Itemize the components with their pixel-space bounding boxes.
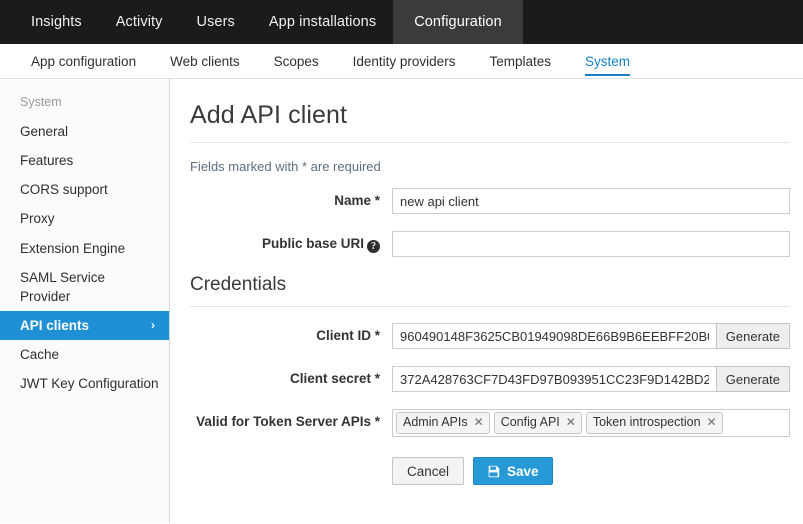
chip-label: Token introspection: [592, 415, 701, 429]
client-id-input[interactable]: [392, 323, 716, 349]
content-area: System General Features CORS support Pro…: [0, 79, 803, 523]
public-base-uri-label-text: Public base URI: [261, 236, 364, 251]
topnav-label: Insights: [31, 14, 82, 30]
form-row-public-base-uri: Public base URI?: [190, 231, 790, 257]
subnav-item-templates[interactable]: Templates: [472, 44, 568, 78]
sidebar-item-jwt-key-configuration[interactable]: JWT Key Configuration: [0, 369, 169, 398]
help-icon[interactable]: ?: [367, 240, 380, 253]
client-id-input-group: Generate: [392, 323, 790, 349]
subnav-label: System: [584, 53, 630, 69]
subnav-item-app-configuration[interactable]: App configuration: [14, 44, 153, 78]
client-secret-generate-button[interactable]: Generate: [715, 366, 790, 392]
title-divider: [190, 142, 790, 143]
subnav-item-identity-providers[interactable]: Identity providers: [336, 44, 473, 78]
name-label: Name *: [334, 193, 380, 208]
save-button-label: Save: [507, 463, 539, 479]
chip-admin-apis[interactable]: Admin APIs ✕: [396, 412, 490, 434]
token-server-apis-label: Valid for Token Server APIs *: [196, 414, 380, 429]
chip-token-introspection[interactable]: Token introspection ✕: [585, 412, 723, 434]
sidebar-item-label: General: [20, 124, 69, 139]
topnav-item-app-installations[interactable]: App installations: [252, 0, 393, 44]
sidebar-item-label: Cache: [20, 347, 60, 363]
topnav-item-users[interactable]: Users: [180, 0, 252, 44]
token-server-apis-control: Admin APIs ✕ Config API ✕ Token introspe…: [392, 409, 790, 437]
public-base-uri-label: Public base URI?: [190, 231, 392, 257]
topnav-label: Configuration: [414, 14, 502, 30]
subnav-label: Templates: [489, 53, 551, 69]
page-title: Add API client: [190, 101, 348, 129]
sidebar-item-saml-service-provider[interactable]: SAML Service Provider: [0, 263, 169, 311]
secondary-navigation: App configuration Web clients Scopes Ide…: [0, 44, 803, 79]
cancel-button[interactable]: Cancel: [392, 457, 465, 485]
save-button[interactable]: Save: [473, 457, 553, 485]
chip-remove-icon[interactable]: ✕: [566, 414, 576, 431]
client-id-generate-button[interactable]: Generate: [715, 323, 790, 349]
client-secret-input-group: Generate: [392, 366, 790, 392]
name-control: [392, 188, 790, 214]
sidebar-item-general[interactable]: General: [0, 117, 169, 146]
credentials-section-title: Credentials: [190, 274, 287, 295]
form-row-client-id: Client ID * Generate: [190, 323, 790, 349]
sidebar-item-cache[interactable]: Cache: [0, 340, 169, 369]
sidebar-item-label: Proxy: [20, 211, 55, 227]
chip-config-api[interactable]: Config API ✕: [493, 412, 582, 434]
name-input[interactable]: [392, 188, 790, 214]
client-secret-label: Client secret *: [289, 371, 380, 386]
sidebar-item-label: SAML Service Provider: [20, 269, 106, 304]
sidebar-item-label: Features: [20, 153, 74, 169]
sidebar-item-extension-engine[interactable]: Extension Engine: [0, 234, 169, 263]
sidebar-item-api-clients[interactable]: API clients ›: [0, 311, 169, 341]
sidebar-item-features[interactable]: Features: [0, 146, 169, 175]
subnav-label: Scopes: [273, 53, 319, 69]
sidebar-heading: System: [20, 95, 62, 109]
form-row-token-server-apis: Valid for Token Server APIs * Admin APIs…: [190, 409, 790, 437]
sidebar: System General Features CORS support Pro…: [0, 79, 170, 523]
form-actions: Cancel Save: [392, 454, 790, 485]
subnav-label: Identity providers: [352, 53, 456, 69]
topnav-item-activity[interactable]: Activity: [99, 0, 180, 44]
form-row-name: Name *: [190, 188, 790, 214]
topnav-label: Activity: [115, 14, 163, 30]
sidebar-item-label: API clients: [20, 318, 90, 334]
chip-label: Admin APIs: [403, 415, 468, 429]
public-base-uri-input[interactable]: [392, 231, 790, 257]
topnav-label: App installations: [268, 14, 377, 30]
subnav-item-web-clients[interactable]: Web clients: [153, 44, 257, 78]
sidebar-item-label: JWT Key Configuration: [20, 376, 159, 392]
credentials-divider: [190, 306, 790, 307]
client-secret-control: Generate: [392, 366, 790, 392]
chip-remove-icon[interactable]: ✕: [474, 414, 484, 431]
chip-label: Config API: [500, 415, 560, 429]
topnav-item-insights[interactable]: Insights: [14, 0, 99, 44]
chevron-right-icon: ›: [151, 318, 155, 333]
sidebar-item-cors-support[interactable]: CORS support: [0, 175, 169, 204]
main-panel: Add API client Fields marked with * are …: [170, 79, 803, 523]
subnav-label: Web clients: [170, 53, 240, 69]
subnav-item-system[interactable]: System: [568, 44, 647, 78]
topnav-item-configuration[interactable]: Configuration: [393, 0, 523, 44]
sidebar-item-proxy[interactable]: Proxy: [0, 204, 169, 233]
sidebar-item-label: Extension Engine: [20, 240, 126, 256]
form-row-client-secret: Client secret * Generate: [190, 366, 790, 392]
subnav-label: App configuration: [31, 53, 137, 69]
app-window: Insights Activity Users App installation…: [0, 0, 803, 524]
client-id-control: Generate: [392, 323, 790, 349]
client-id-label: Client ID *: [316, 328, 380, 343]
chip-remove-icon[interactable]: ✕: [707, 414, 717, 431]
sidebar-item-label: CORS support: [20, 182, 108, 198]
public-base-uri-control: [392, 231, 790, 257]
subnav-item-scopes[interactable]: Scopes: [257, 44, 336, 78]
required-fields-note: Fields marked with * are required: [190, 159, 381, 174]
primary-navigation: Insights Activity Users App installation…: [0, 0, 803, 44]
topnav-label: Users: [196, 14, 235, 30]
token-server-apis-chip-field[interactable]: Admin APIs ✕ Config API ✕ Token introspe…: [392, 409, 790, 437]
client-secret-input[interactable]: [392, 366, 716, 392]
save-disk-icon: [487, 465, 500, 478]
